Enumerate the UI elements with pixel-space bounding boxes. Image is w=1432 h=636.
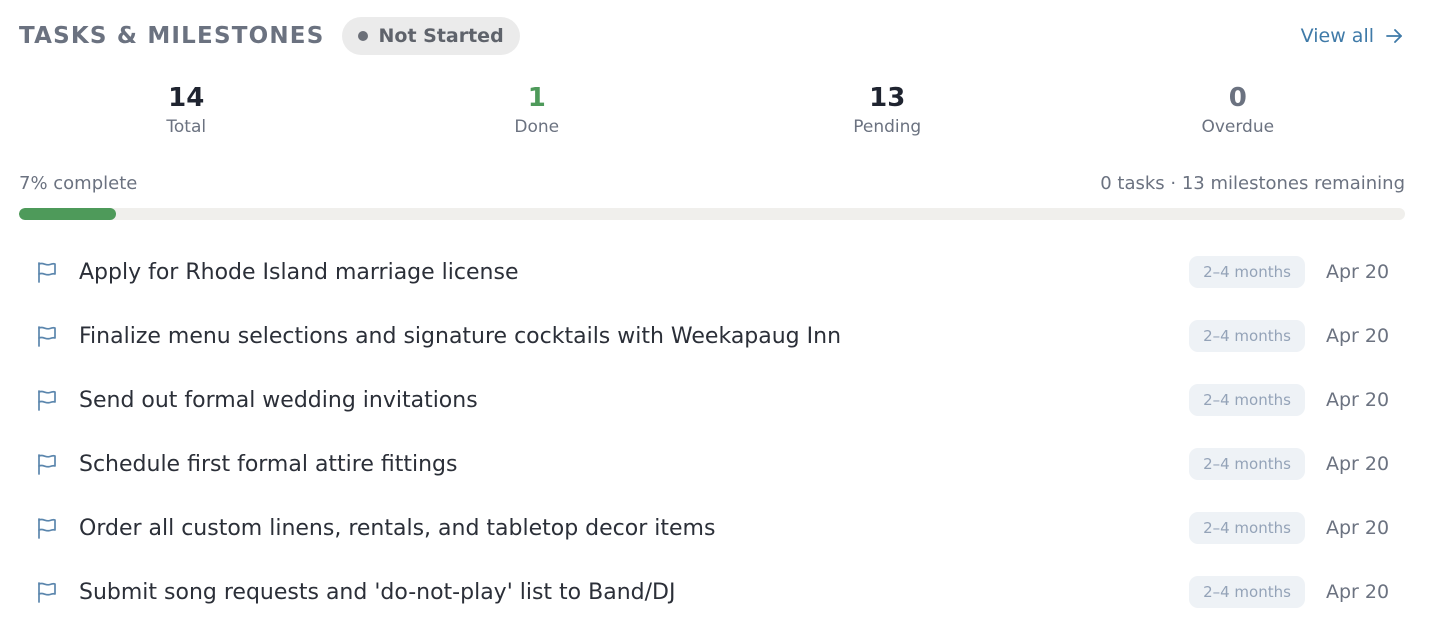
stat-pending-value: 13 xyxy=(869,83,906,113)
flag-icon xyxy=(38,326,56,347)
status-dot-icon xyxy=(358,31,369,41)
flag-icon xyxy=(38,454,56,475)
item-title: Schedule first formal attire fittings xyxy=(79,451,458,477)
section-header: TASKS & MILESTONES Not Started View all xyxy=(19,16,1404,56)
status-label: Not Started xyxy=(378,25,504,47)
duration-badge: 2–4 months xyxy=(1189,320,1305,352)
duration-badge: 2–4 months xyxy=(1189,448,1305,480)
stat-done-value: 1 xyxy=(527,83,546,113)
list-item[interactable]: Send out formal wedding invitations 2–4 … xyxy=(19,368,1405,432)
duration-badge: 2–4 months xyxy=(1189,384,1305,416)
stat-total-label: Total xyxy=(166,117,207,137)
item-title: Send out formal wedding invitations xyxy=(79,387,478,413)
view-all-link[interactable]: View all xyxy=(1301,25,1404,47)
progress-label: 7% complete xyxy=(19,173,138,194)
stat-total: 14 Total xyxy=(11,82,362,146)
view-all-label: View all xyxy=(1300,25,1374,47)
stat-overdue-label: Overdue xyxy=(1201,117,1275,137)
item-title: Apply for Rhode Island marriage license xyxy=(79,259,519,285)
section-title: TASKS & MILESTONES xyxy=(19,23,325,49)
item-date: Apr 20 xyxy=(1326,261,1390,283)
stat-overdue: 0 Overdue xyxy=(1063,82,1414,146)
progress-summary: 7% complete 0 tasks · 13 milestones rema… xyxy=(19,173,1405,194)
item-date: Apr 20 xyxy=(1326,389,1390,411)
list-item[interactable]: Submit song requests and 'do-not-play' l… xyxy=(19,560,1405,624)
milestone-list: Apply for Rhode Island marriage license … xyxy=(19,240,1405,624)
stat-pending-label: Pending xyxy=(853,117,922,137)
stat-total-value: 14 xyxy=(168,83,205,113)
list-item[interactable]: Order all custom linens, rentals, and ta… xyxy=(19,496,1405,560)
item-date: Apr 20 xyxy=(1326,517,1390,539)
progress-bar-fill xyxy=(19,208,117,220)
flag-icon xyxy=(38,262,56,283)
item-title: Submit song requests and 'do-not-play' l… xyxy=(79,579,676,605)
item-title: Order all custom linens, rentals, and ta… xyxy=(79,515,716,541)
stats-row: 14 Total 1 Done 13 Pending 0 Overdue xyxy=(11,82,1413,146)
flag-icon xyxy=(38,582,56,603)
stat-done: 1 Done xyxy=(362,82,713,146)
progress-bar xyxy=(19,208,1405,220)
list-item[interactable]: Schedule first formal attire fittings 2–… xyxy=(19,432,1405,496)
duration-badge: 2–4 months xyxy=(1189,256,1305,288)
stat-overdue-value: 0 xyxy=(1228,83,1247,113)
remaining-label: 0 tasks · 13 milestones remaining xyxy=(1100,173,1405,194)
status-badge: Not Started xyxy=(342,17,520,55)
item-date: Apr 20 xyxy=(1326,581,1390,603)
list-item[interactable]: Finalize menu selections and signature c… xyxy=(19,304,1405,368)
item-title: Finalize menu selections and signature c… xyxy=(79,323,842,349)
stat-done-label: Done xyxy=(514,117,560,137)
stat-pending: 13 Pending xyxy=(712,82,1063,146)
list-item[interactable]: Apply for Rhode Island marriage license … xyxy=(19,240,1405,304)
flag-icon xyxy=(38,390,56,411)
item-date: Apr 20 xyxy=(1326,453,1390,475)
duration-badge: 2–4 months xyxy=(1189,512,1305,544)
arrow-right-icon xyxy=(1386,29,1402,43)
flag-icon xyxy=(38,518,56,539)
item-date: Apr 20 xyxy=(1326,325,1390,347)
duration-badge: 2–4 months xyxy=(1189,576,1305,608)
